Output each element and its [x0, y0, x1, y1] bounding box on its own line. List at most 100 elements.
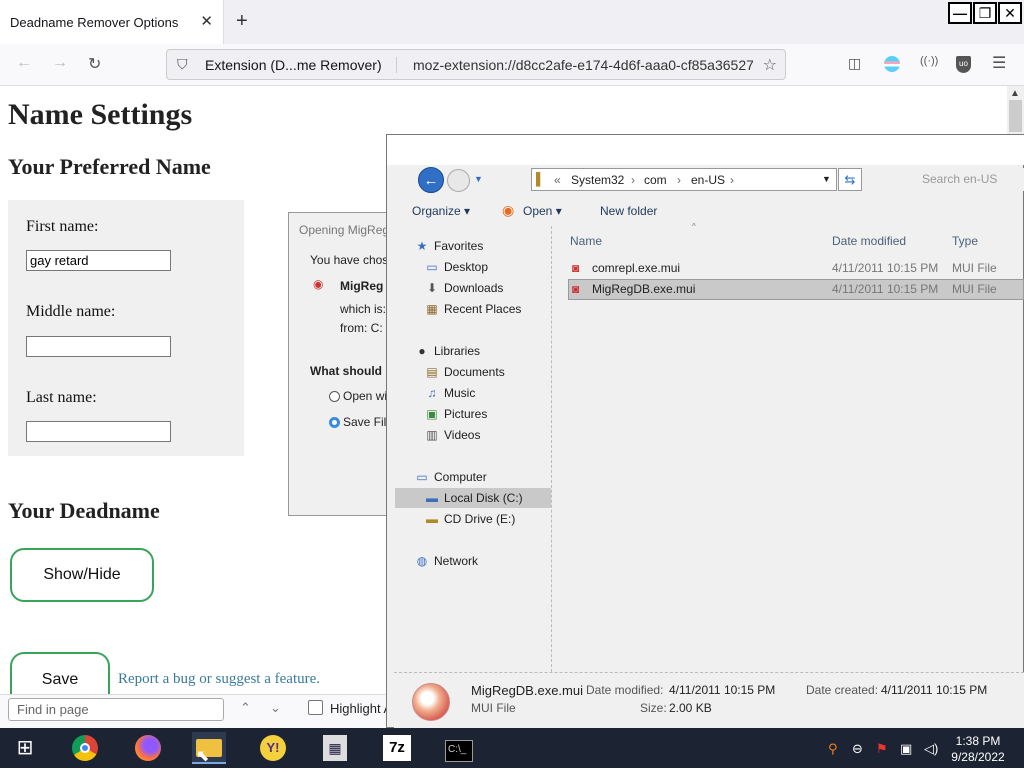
- tray-icon[interactable]: ⊖: [852, 741, 863, 757]
- first-name-input[interactable]: gay retard: [26, 250, 171, 271]
- url-bar[interactable]: ⛉ Extension (D...me Remover) moz-extensi…: [166, 49, 786, 80]
- report-bug-link[interactable]: Report a bug or suggest a feature.: [118, 671, 320, 688]
- minimize-button[interactable]: —: [948, 2, 972, 24]
- highlight-all-label[interactable]: Highlight A: [330, 701, 392, 716]
- recent-places-icon: ▦: [426, 302, 438, 316]
- volume-icon[interactable]: ◁): [924, 741, 938, 757]
- address-dropdown-icon[interactable]: ▼: [822, 174, 831, 184]
- detail-created: 4/11/2011 10:15 PM: [881, 683, 988, 697]
- calculator-icon[interactable]: ▦: [318, 732, 352, 764]
- extension-identity[interactable]: Extension (D...me Remover): [205, 57, 397, 73]
- bookmark-star-icon[interactable]: ☆: [763, 55, 777, 75]
- column-name[interactable]: Name: [570, 234, 602, 248]
- extension-icon[interactable]: ((·)): [920, 55, 938, 67]
- search-input[interactable]: Search en-US: [912, 168, 1024, 191]
- find-next-icon[interactable]: ⌄: [270, 700, 281, 716]
- nav-music[interactable]: ♫ Music: [424, 383, 476, 403]
- find-in-page-input[interactable]: Find in page: [8, 698, 224, 721]
- refresh-icon[interactable]: ⇆: [838, 168, 862, 191]
- firefox-open-icon[interactable]: ◉: [502, 202, 514, 219]
- open-with-label[interactable]: Open wi: [343, 389, 387, 403]
- nav-desktop[interactable]: ▭ Desktop: [424, 257, 488, 277]
- nav-favorites[interactable]: ★ Favorites: [414, 236, 484, 256]
- network-icon: ◍: [416, 554, 428, 568]
- 7zip-icon[interactable]: 7z: [380, 732, 414, 764]
- breadcrumb-separator[interactable]: ›: [677, 173, 681, 187]
- open-with-radio[interactable]: [329, 391, 340, 402]
- nav-documents[interactable]: ▤ Documents: [424, 362, 504, 382]
- menu-hamburger-icon[interactable]: ☰: [992, 53, 1006, 73]
- videos-icon: ▥: [426, 428, 438, 442]
- close-window-button[interactable]: ✕: [998, 2, 1022, 24]
- file-row[interactable]: ◙ comrepl.exe.mui 4/11/2011 10:15 PM MUI…: [568, 258, 1024, 279]
- system-clock[interactable]: 1:38 PM 9/28/2022: [948, 733, 1008, 765]
- dialog-title: Opening MigReg: [299, 223, 390, 237]
- nav-label: Videos: [444, 428, 481, 442]
- nav-label: Local Disk (C:): [444, 491, 523, 505]
- file-row-selected[interactable]: ◙ MigRegDB.exe.mui 4/11/2011 10:15 PM MU…: [568, 279, 1024, 300]
- scrollbar-thumb[interactable]: [1009, 100, 1022, 132]
- breadcrumb-overflow[interactable]: «: [554, 173, 561, 187]
- chrome-icon[interactable]: [68, 732, 102, 764]
- tab-deadname-remover-options[interactable]: Deadname Remover Options ✕: [0, 0, 224, 44]
- breadcrumb-en-us[interactable]: en-US: [691, 173, 725, 187]
- url-text[interactable]: moz-extension://d8cc2afe-e174-4d6f-aaa0-…: [413, 57, 753, 73]
- save-file-radio[interactable]: [329, 417, 340, 428]
- nav-network[interactable]: ◍ Network: [414, 551, 478, 571]
- nav-cd-drive[interactable]: ▬ CD Drive (E:): [424, 509, 515, 529]
- nav-recent-places[interactable]: ▦ Recent Places: [424, 299, 521, 319]
- nav-pictures[interactable]: ▣ Pictures: [424, 404, 487, 424]
- nav-libraries[interactable]: ● Libraries: [414, 341, 480, 361]
- column-type[interactable]: Type: [952, 234, 978, 248]
- breadcrumb-system32[interactable]: System32: [571, 173, 624, 187]
- pocket-icon[interactable]: ◫: [848, 55, 861, 72]
- highlight-all-checkbox[interactable]: [308, 700, 323, 715]
- nav-label: Downloads: [444, 281, 504, 295]
- nav-videos[interactable]: ▥ Videos: [424, 425, 480, 445]
- first-name-label: First name:: [26, 218, 99, 235]
- forward-button[interactable]: [447, 169, 470, 192]
- forward-arrow-icon[interactable]: →: [52, 54, 68, 72]
- address-bar[interactable]: ▌ « System32 › com › en-US › ▼: [531, 168, 837, 191]
- organize-button[interactable]: Organize ▾: [412, 204, 470, 218]
- nav-label: Pictures: [444, 407, 488, 421]
- maximize-button[interactable]: ❐: [973, 2, 997, 24]
- start-windows-icon[interactable]: ⊞: [8, 732, 42, 764]
- scroll-up-arrow-icon[interactable]: ▲: [1010, 88, 1020, 99]
- save-button[interactable]: Save: [10, 652, 110, 698]
- nav-downloads[interactable]: ⬇ Downloads: [424, 278, 503, 298]
- ublock-origin-icon[interactable]: uo: [956, 56, 971, 73]
- shield-icon[interactable]: ⛉: [177, 56, 188, 73]
- find-previous-icon[interactable]: ⌃: [240, 700, 251, 716]
- new-tab-button[interactable]: +: [236, 10, 248, 33]
- back-arrow-icon[interactable]: ←: [16, 54, 32, 72]
- file-date: 4/11/2011 10:15 PM: [832, 282, 939, 296]
- close-tab-icon[interactable]: ✕: [200, 12, 213, 30]
- back-button[interactable]: ←: [418, 167, 444, 193]
- yahoo-messenger-icon[interactable]: Y!: [256, 732, 290, 764]
- breadcrumb-com[interactable]: com: [644, 173, 667, 187]
- recent-pages-dropdown-icon[interactable]: ▼: [474, 174, 483, 184]
- explorer-toolbar: Organize ▾ ◉ Open ▾ New folder: [394, 200, 1024, 222]
- flag-icon[interactable]: ⚑: [876, 741, 888, 757]
- last-name-input[interactable]: [26, 421, 171, 442]
- firefox-icon[interactable]: [131, 732, 165, 764]
- middle-name-label: Middle name:: [26, 303, 116, 320]
- middle-name-input[interactable]: [26, 336, 171, 357]
- command-prompt-icon[interactable]: C:\_: [442, 732, 476, 764]
- mouse-cursor-icon: ⬉: [196, 748, 210, 765]
- nav-local-disk[interactable]: ▬ Local Disk (C:): [395, 488, 551, 508]
- navigation-pane: ★ Favorites ▭ Desktop ⬇ Downloads ▦ Recent P…: [394, 226, 552, 672]
- column-date-modified[interactable]: Date modified: [832, 234, 906, 248]
- reload-icon[interactable]: ↻: [88, 54, 101, 74]
- search-tray-icon[interactable]: ⚲: [828, 741, 838, 757]
- breadcrumb-separator[interactable]: ›: [631, 173, 635, 187]
- new-folder-button[interactable]: New folder: [600, 204, 657, 218]
- network-tray-icon[interactable]: ▣: [900, 741, 912, 757]
- nav-computer[interactable]: ▭ Computer: [414, 467, 486, 487]
- deadname-remover-extension-icon[interactable]: [884, 56, 900, 72]
- breadcrumb-separator[interactable]: ›: [730, 173, 734, 187]
- file-list: ^ Name Date modified Type ◙ comrepl.exe.…: [552, 222, 1024, 672]
- show-hide-button[interactable]: Show/Hide: [10, 548, 154, 602]
- open-button[interactable]: Open ▾: [523, 204, 562, 218]
